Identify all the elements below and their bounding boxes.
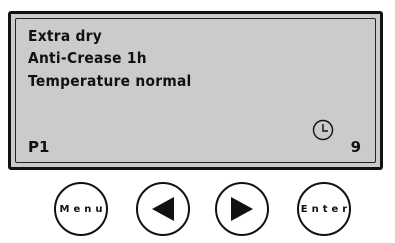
display-line-1: Extra dry	[28, 27, 103, 45]
menu-button-label: Menu	[59, 203, 107, 215]
time-value: 9	[350, 138, 361, 156]
program-indicator: P1	[28, 138, 50, 156]
clock-icon	[312, 119, 334, 141]
menu-button[interactable]: Menu	[54, 182, 108, 236]
display-line-3: Temperature normal	[28, 72, 192, 90]
lcd-display: Extra dry Anti-Crease 1h Temperature nor…	[8, 11, 383, 170]
display-line-2: Anti-Crease 1h	[28, 49, 147, 67]
enter-button[interactable]: Enter	[297, 182, 351, 236]
lcd-screen: Extra dry Anti-Crease 1h Temperature nor…	[15, 18, 376, 163]
right-arrow-icon	[231, 197, 253, 221]
left-button[interactable]	[136, 182, 190, 236]
left-arrow-icon	[152, 197, 174, 221]
enter-button-label: Enter	[300, 203, 352, 215]
right-button[interactable]	[215, 182, 269, 236]
